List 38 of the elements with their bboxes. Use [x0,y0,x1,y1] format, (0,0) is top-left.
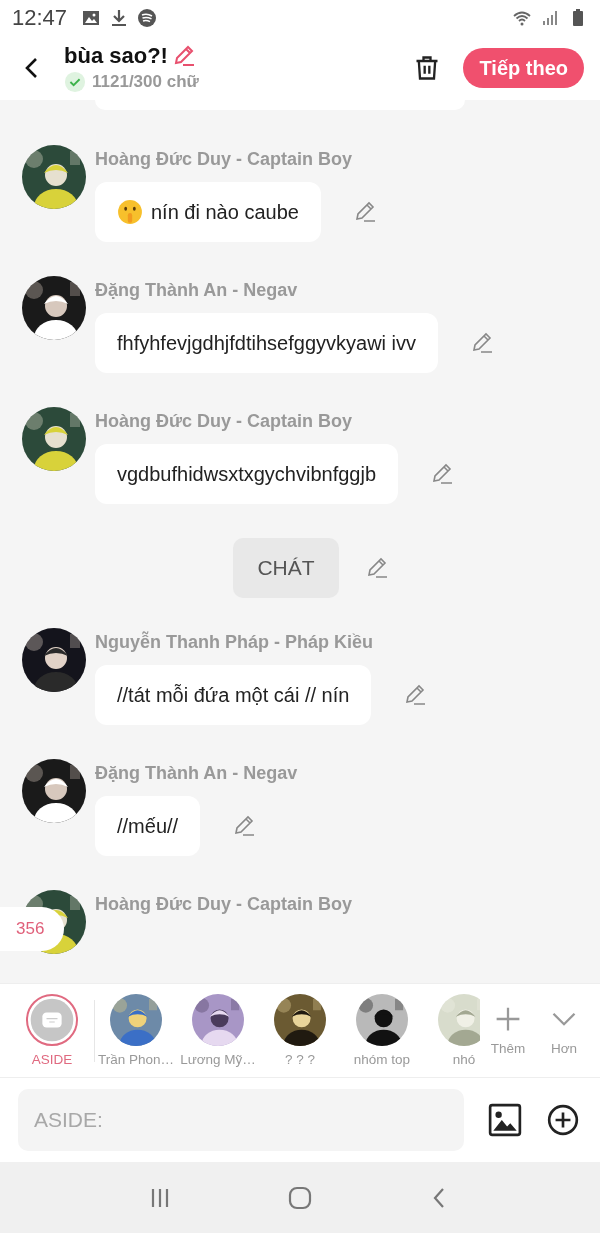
message-bubble: nín đi nào caube [95,182,321,242]
add-icon[interactable] [546,1103,580,1137]
aside-input-field[interactable]: ASIDE: [18,1089,464,1151]
music-app-icon [137,8,158,28]
character-item[interactable]: nhó [423,994,480,1067]
character-item[interactable]: ? ? ? [259,994,341,1067]
pencil-icon[interactable] [470,331,495,355]
message-bubble: //tát mỗi đứa một cái // nín [95,665,372,725]
narration-bubble: CHÁT [233,538,339,598]
image-icon [81,8,102,28]
image-icon[interactable] [488,1103,522,1137]
character-item[interactable]: Lương Mỹ… [177,994,259,1067]
character-item[interactable]: ASIDE [10,994,94,1067]
character-item[interactable]: nhóm top [341,994,423,1067]
add-character-button[interactable]: Thêm [480,1005,536,1056]
next-button[interactable]: Tiếp theo [463,48,584,88]
pencil-icon[interactable] [232,814,257,838]
more-button[interactable]: Hơn [536,1005,592,1056]
signal-icon [540,8,560,28]
character-item[interactable]: Trần Phon… [95,994,177,1067]
count-badge: 356 [0,907,64,951]
pencil-icon[interactable] [430,462,455,486]
message-bubble: vgdbufhidwsxtxgychvibnfggjb [95,444,399,504]
plus-icon [494,1005,522,1033]
author-name: Hoàng Đức Duy - Captain Boy [95,149,354,169]
author-name: Hoàng Đức Duy - Captain Boy [95,411,354,431]
message-bubble: fhfyhfevjgdhjfdtihsefggyvkyawi ivv [95,313,439,373]
word-count: 1121/300 chữ [92,72,199,92]
message-bubble: //mếu// [95,796,201,856]
author-name: Đặng Thành An - Negav [95,763,298,783]
home-icon[interactable] [288,1185,312,1210]
clock-time: 12:47 [12,5,68,31]
story-title: bùa sao?! [64,43,168,69]
aside-icon [30,998,74,1042]
pencil-icon[interactable] [403,683,428,707]
author-name: Nguyễn Thanh Pháp - Pháp Kiều [95,632,374,652]
author-name: Hoàng Đức Duy - Captain Boy [95,894,353,914]
author-name: Đặng Thành An - Negav [95,280,299,300]
